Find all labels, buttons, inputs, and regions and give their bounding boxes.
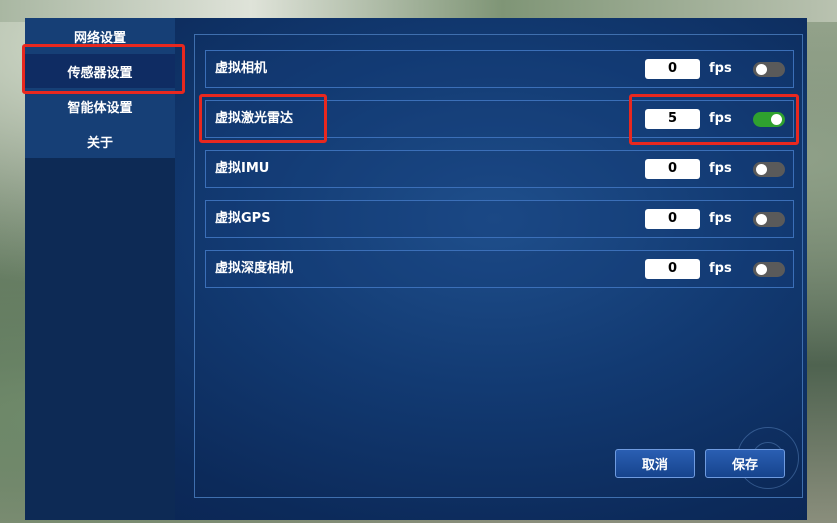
sidebar-item-about[interactable]: 关于	[25, 124, 175, 158]
enable-toggle[interactable]	[753, 62, 785, 77]
save-button[interactable]: 保存	[705, 449, 785, 478]
fps-input[interactable]: 0	[645, 59, 700, 79]
highlight-sensor-settings	[22, 44, 185, 94]
enable-toggle[interactable]	[753, 162, 785, 177]
fps-unit: fps	[709, 261, 732, 276]
sensor-row-gps: 虚拟GPS 0 fps	[205, 200, 794, 238]
sensor-row-depth-camera: 虚拟深度相机 0 fps	[205, 250, 794, 288]
toggle-knob	[756, 164, 767, 175]
fps-input[interactable]: 0	[645, 209, 700, 229]
sensor-row-imu: 虚拟IMU 0 fps	[205, 150, 794, 188]
enable-toggle[interactable]	[753, 212, 785, 227]
cancel-button-label: 取消	[641, 458, 668, 473]
sensor-label: 虚拟相机	[215, 61, 268, 76]
fps-unit: fps	[709, 211, 732, 226]
highlight-lidar-controls	[629, 94, 799, 145]
sidebar-item-label: 网络设置	[73, 30, 126, 46]
fps-input[interactable]: 0	[645, 159, 700, 179]
save-button-label: 保存	[731, 458, 758, 473]
sensor-row-camera: 虚拟相机 0 fps	[205, 50, 794, 88]
toggle-knob	[756, 264, 767, 275]
fps-unit: fps	[709, 61, 732, 76]
toggle-knob	[756, 64, 767, 75]
sensor-label: 虚拟深度相机	[215, 261, 294, 276]
fps-input[interactable]: 0	[645, 259, 700, 279]
sidebar-item-agent[interactable]: 智能体设置	[25, 89, 175, 123]
sensor-label: 虚拟GPS	[215, 211, 271, 226]
sensor-label: 虚拟IMU	[215, 161, 270, 176]
highlight-lidar-label	[199, 94, 327, 143]
enable-toggle[interactable]	[753, 262, 785, 277]
fps-unit: fps	[709, 161, 732, 176]
cancel-button[interactable]: 取消	[615, 449, 695, 478]
toggle-knob	[756, 214, 767, 225]
sidebar-item-label: 智能体设置	[67, 100, 133, 116]
sidebar-item-label: 关于	[86, 135, 113, 151]
